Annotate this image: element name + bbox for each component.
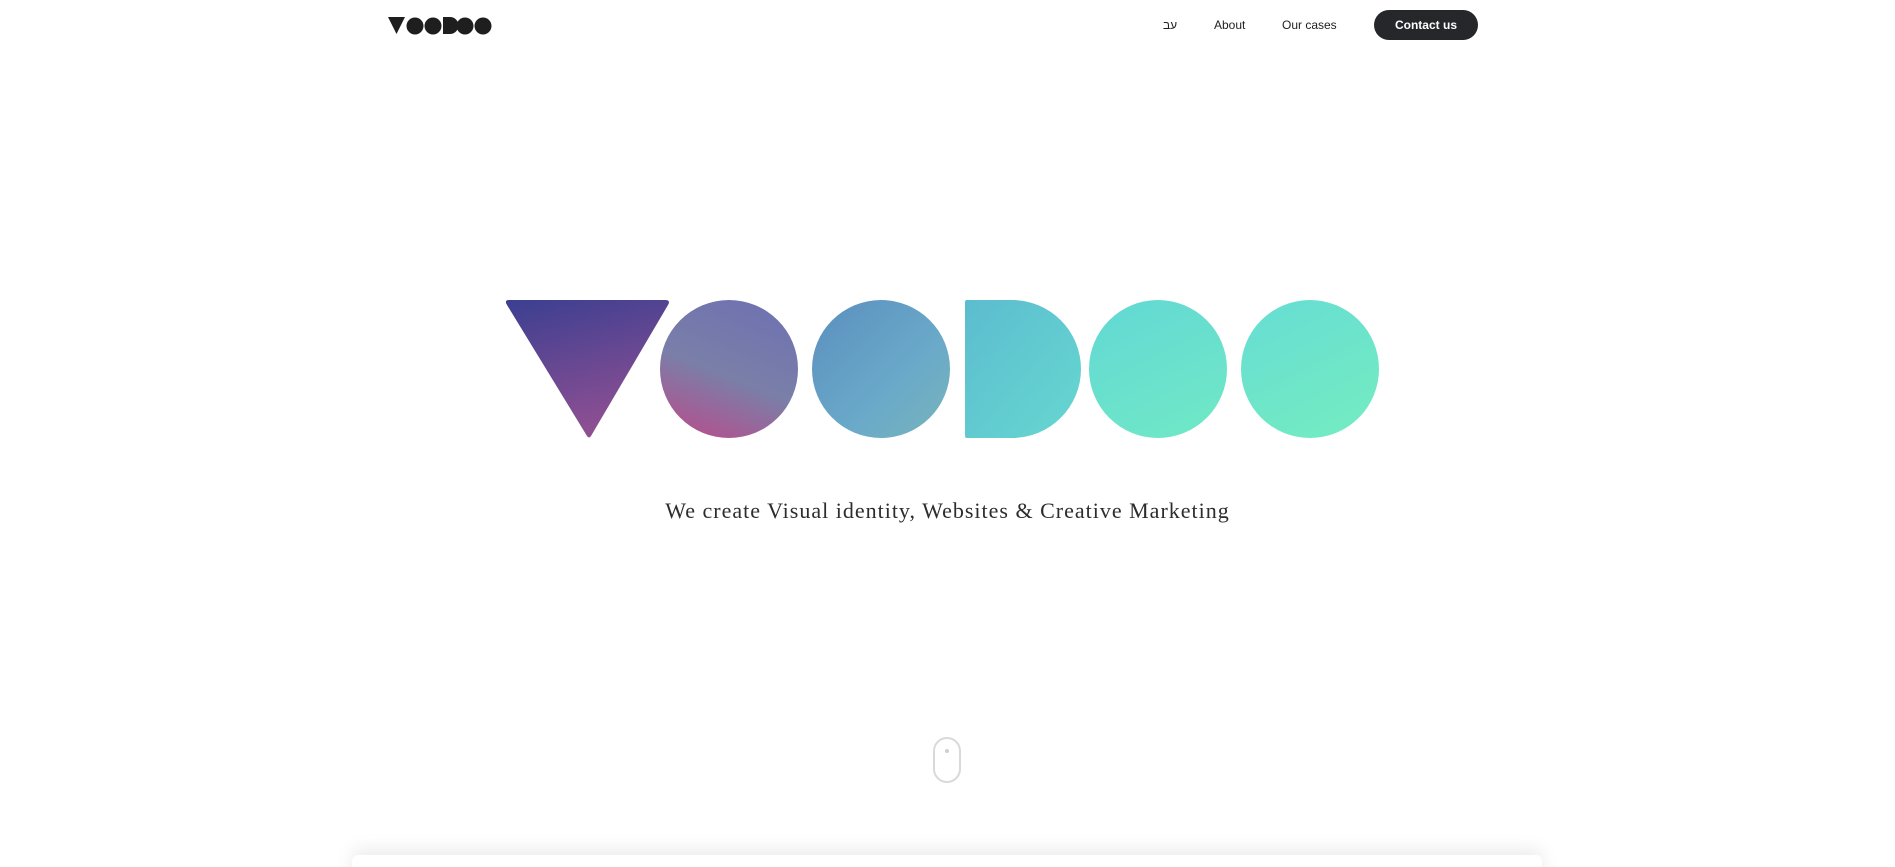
scroll-wheel-dot bbox=[945, 749, 949, 753]
contact-us-button[interactable]: Contact us bbox=[1374, 10, 1478, 40]
next-section-card bbox=[352, 855, 1542, 867]
hero-logo bbox=[505, 298, 1385, 440]
site-header: עב About Our cases Contact us bbox=[0, 0, 1895, 50]
page: עב About Our cases Contact us We create … bbox=[0, 0, 1895, 867]
nav-about-link[interactable]: About bbox=[1214, 18, 1245, 32]
nav-language-toggle[interactable]: עב bbox=[1163, 18, 1177, 32]
voodoo-gradient-logo-icon bbox=[505, 300, 1379, 438]
mouse-scroll-icon[interactable] bbox=[933, 737, 961, 783]
header-logo[interactable] bbox=[388, 17, 492, 35]
hero-tagline: We create Visual identity, Websites & Cr… bbox=[665, 498, 1230, 523]
nav-our-cases-link[interactable]: Our cases bbox=[1282, 18, 1337, 32]
voodoo-logo-icon bbox=[388, 17, 492, 35]
